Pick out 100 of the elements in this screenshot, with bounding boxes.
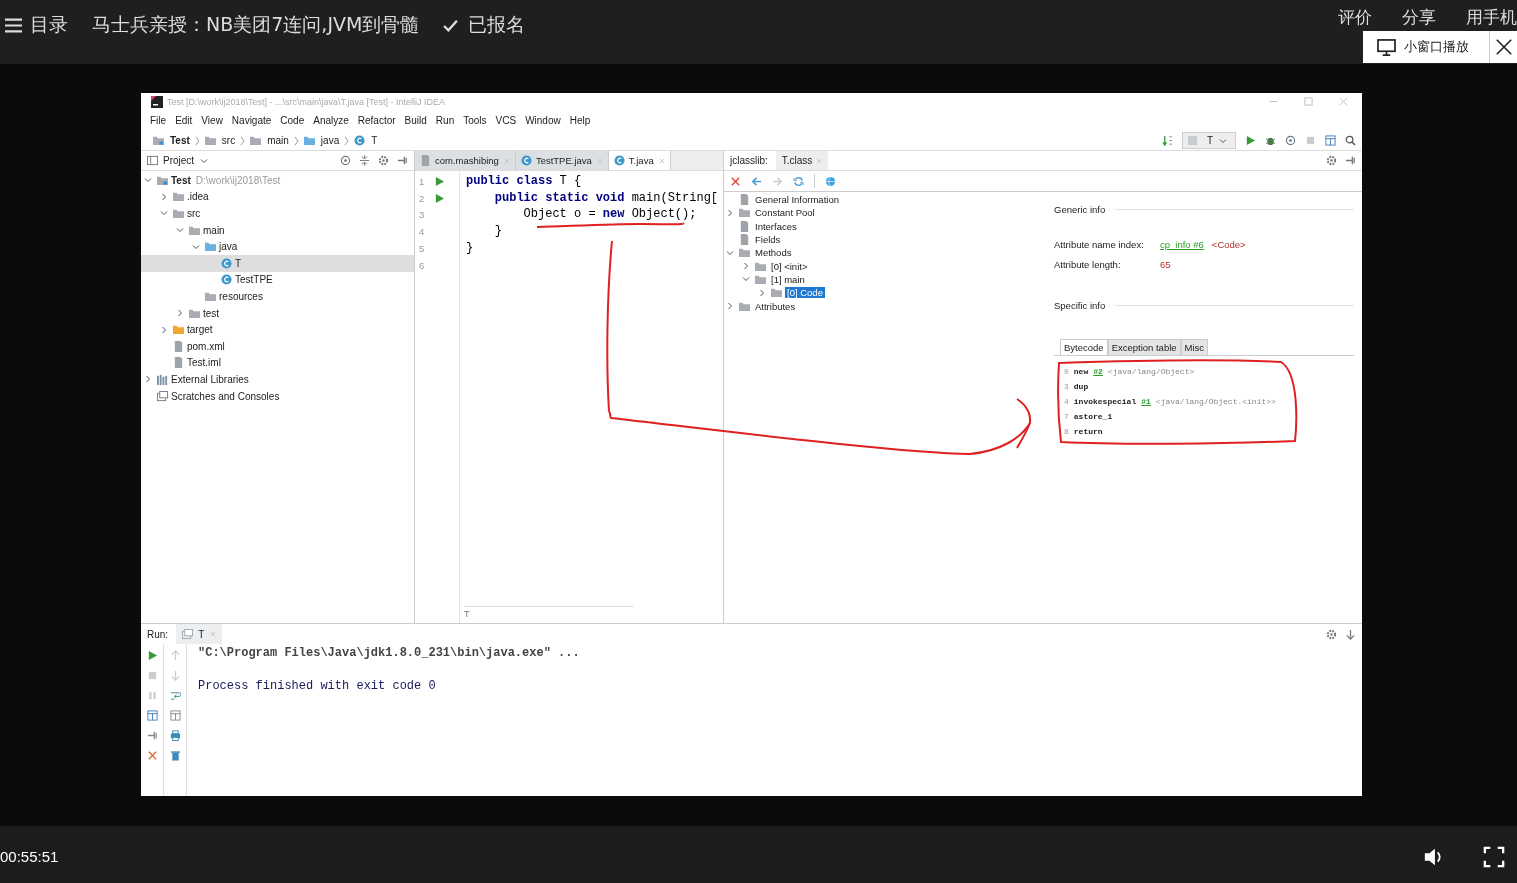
settings-icon[interactable] xyxy=(1326,628,1337,640)
trash-icon[interactable] xyxy=(169,750,181,761)
tree-item[interactable]: Constant Pool xyxy=(753,207,817,219)
tree-item[interactable]: External Libraries xyxy=(141,371,414,388)
detail-tab[interactable]: Exception table xyxy=(1107,339,1181,355)
constant-pool-link[interactable]: #2 xyxy=(1093,367,1103,376)
contents-link[interactable]: 目录 xyxy=(30,12,68,38)
chevron-right-icon[interactable] xyxy=(726,302,734,310)
editor-tab[interactable]: com.mashibing xyxy=(415,151,516,170)
layout-icon[interactable] xyxy=(146,710,158,721)
chevron-right-icon[interactable] xyxy=(742,262,750,271)
breadcrumb-item[interactable]: Test xyxy=(170,135,190,146)
refresh-icon[interactable] xyxy=(793,175,804,187)
menu-icon[interactable] xyxy=(5,17,22,33)
tree-item[interactable]: main xyxy=(141,221,414,239)
close-icon[interactable] xyxy=(146,750,158,761)
breadcrumb-item[interactable]: T xyxy=(371,135,378,146)
tree-item[interactable]: java xyxy=(141,238,414,255)
locate-icon[interactable] xyxy=(340,155,351,166)
tree-item[interactable]: Scratches and Consoles xyxy=(141,387,414,405)
menu-item[interactable]: Analyze xyxy=(313,115,349,126)
settings-icon[interactable] xyxy=(1326,155,1337,166)
tree-item[interactable]: Test.iml xyxy=(141,354,414,372)
menu-item[interactable]: Code xyxy=(280,115,305,126)
fullscreen-icon[interactable] xyxy=(1483,845,1505,868)
folder-icon xyxy=(250,135,262,146)
menu-item[interactable]: Edit xyxy=(175,115,193,126)
bug-icon[interactable] xyxy=(1265,135,1276,146)
tree-item[interactable]: Attributes xyxy=(753,300,798,312)
run-icon[interactable] xyxy=(435,176,444,186)
tree-item[interactable]: target xyxy=(141,321,414,338)
search-icon[interactable] xyxy=(1345,135,1356,146)
constant-pool-link[interactable]: #1 xyxy=(1141,397,1151,406)
tree-item[interactable]: TestTPE xyxy=(141,271,414,289)
coverage-icon[interactable] xyxy=(1285,135,1296,146)
header-link[interactable]: 分享 xyxy=(1402,6,1436,27)
menu-item[interactable]: Refactor xyxy=(357,115,396,126)
detail-tab[interactable]: Misc xyxy=(1180,339,1209,355)
wrap-icon[interactable] xyxy=(169,690,181,701)
detail-tab[interactable]: Bytecode xyxy=(1060,339,1108,355)
separator-icon xyxy=(194,135,200,146)
tree-item[interactable]: [1] main xyxy=(769,273,807,285)
menu-item[interactable]: Window xyxy=(525,115,561,126)
scroll-icon[interactable] xyxy=(169,710,181,721)
menu-item[interactable]: Run xyxy=(435,115,455,126)
chevron-right-icon[interactable] xyxy=(758,288,766,297)
tree-item[interactable]: .idea xyxy=(141,188,414,206)
run-icon[interactable] xyxy=(1245,135,1256,146)
close-icon[interactable] xyxy=(730,175,741,187)
run-icon[interactable] xyxy=(435,193,444,203)
tree-item[interactable]: Interfaces xyxy=(753,220,799,232)
tree-item[interactable]: [0] Code xyxy=(785,287,825,299)
editor-tab[interactable]: T.java xyxy=(608,151,671,170)
monitor-icon xyxy=(1377,38,1396,56)
editor-tab[interactable]: TestTPE.java xyxy=(515,151,609,170)
chevron-down-icon[interactable] xyxy=(726,248,734,257)
panel-title[interactable]: Project xyxy=(163,155,195,166)
tree-item[interactable]: pom.xml xyxy=(141,337,414,355)
hide-icon[interactable] xyxy=(1345,155,1356,166)
constant-pool-link[interactable]: cp_info #6 xyxy=(1160,239,1204,250)
tree-item[interactable]: src xyxy=(141,205,414,222)
menu-item[interactable]: VCS xyxy=(495,115,517,126)
hide-icon[interactable] xyxy=(397,155,408,166)
menu-item[interactable]: View xyxy=(201,115,223,126)
close-icon[interactable] xyxy=(1339,97,1348,106)
tree-item[interactable]: Fields xyxy=(753,234,783,246)
menu-item[interactable]: Tools xyxy=(463,115,487,126)
menu-item[interactable]: File xyxy=(150,115,167,126)
breadcrumb-item[interactable]: java xyxy=(320,135,340,146)
pin-icon[interactable] xyxy=(146,730,158,741)
download-icon[interactable] xyxy=(1345,628,1356,640)
layout-icon[interactable] xyxy=(1325,135,1336,146)
header-link[interactable]: 评价 xyxy=(1338,6,1372,27)
breadcrumb-item[interactable]: main xyxy=(267,135,289,146)
rerun-icon[interactable] xyxy=(146,650,158,661)
tree-item[interactable]: Test D:\work\ij2018\Test xyxy=(141,172,414,189)
menu-item[interactable]: Navigate xyxy=(231,115,272,126)
collapse-icon[interactable] xyxy=(359,155,370,166)
tree-item[interactable]: T xyxy=(141,254,414,272)
sort-icon[interactable] xyxy=(1162,135,1173,146)
run-tab[interactable]: T xyxy=(176,624,223,644)
chevron-down-icon[interactable] xyxy=(742,275,750,284)
menu-item[interactable]: Help xyxy=(569,115,591,126)
chevron-right-icon[interactable] xyxy=(726,208,734,217)
run-config-dropdown[interactable]: T xyxy=(1182,132,1236,149)
header-link[interactable]: 用手机 xyxy=(1466,6,1517,27)
tree-item[interactable]: resources xyxy=(141,288,414,305)
section-title: Generic info xyxy=(1054,204,1106,215)
breadcrumb-item[interactable]: src xyxy=(221,135,236,146)
print-icon[interactable] xyxy=(169,730,181,741)
tree-item[interactable]: test xyxy=(141,304,414,322)
breadcrumb-item[interactable]: T xyxy=(464,606,634,619)
tree-item[interactable]: [0] <init> xyxy=(769,260,810,272)
tree-item[interactable]: Methods xyxy=(753,247,794,259)
back-icon[interactable] xyxy=(751,175,762,187)
tree-item[interactable]: General Information xyxy=(753,194,841,206)
settings-icon[interactable] xyxy=(378,155,389,166)
menu-item[interactable]: Build xyxy=(404,115,427,126)
globe-icon[interactable] xyxy=(825,175,836,187)
class-file-tab[interactable]: T.class xyxy=(775,151,829,170)
